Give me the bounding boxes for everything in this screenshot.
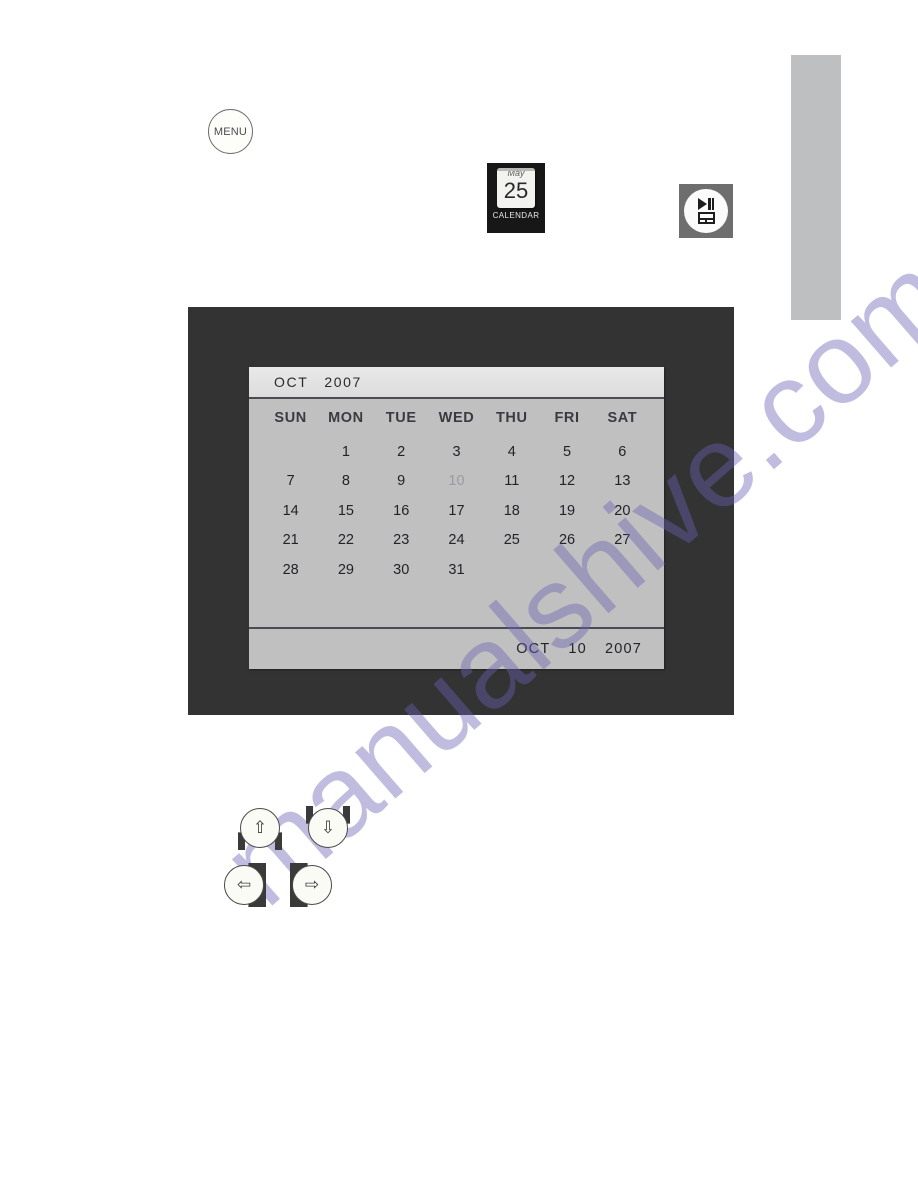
calendar-day-cell[interactable]: 6 <box>595 444 650 460</box>
play-triangle-icon <box>698 198 707 210</box>
calendar-day-cell[interactable]: 9 <box>374 473 429 489</box>
calendar-day-cell[interactable]: 30 <box>374 562 429 578</box>
calendar-day-cell[interactable]: 17 <box>429 503 484 519</box>
pause-bar-icon <box>711 198 714 210</box>
calendar-week-row: 21 22 23 24 25 26 27 <box>263 526 650 556</box>
play-pause-icon <box>698 198 714 210</box>
calendar-icon-day: 25 <box>503 178 529 203</box>
calendar-day-cell[interactable]: 20 <box>595 503 650 519</box>
calendar-day-cell[interactable]: 11 <box>484 473 539 489</box>
calendar-panel: OCT 2007 SUN MON TUE WED THU FRI SAT 123… <box>249 367 664 669</box>
device-screen-frame: OCT 2007 SUN MON TUE WED THU FRI SAT 123… <box>188 307 734 715</box>
footer-day: 10 <box>568 641 587 657</box>
titlebar-month: OCT <box>274 374 309 390</box>
calendar-day-cell[interactable]: 14 <box>263 503 318 519</box>
weekday-sun: SUN <box>274 410 307 426</box>
calendar-day-cell[interactable]: 2 <box>374 444 429 460</box>
calendar-day-cell[interactable]: 16 <box>374 503 429 519</box>
calendar-week-row: 7 8 9 10 11 12 13 <box>263 467 650 497</box>
calendar-day-cell[interactable]: 22 <box>318 532 373 548</box>
calendar-app-icon[interactable]: May 25 CALENDAR <box>487 163 545 233</box>
calendar-day-cell[interactable]: 4 <box>484 444 539 460</box>
arrow-right-icon: ⇨ <box>292 865 332 905</box>
calendar-day-cell[interactable]: 26 <box>539 532 594 548</box>
slideshow-button[interactable] <box>679 184 733 238</box>
calendar-day-cell[interactable]: 25 <box>484 532 539 548</box>
arrow-left-icon: ⇦ <box>224 865 264 905</box>
calendar-day-cell[interactable]: 1 <box>318 444 373 460</box>
weekday-sat: SAT <box>607 410 638 426</box>
footer-month: OCT <box>516 641 551 657</box>
arrow-up-icon: ⇧ <box>240 808 280 848</box>
calendar-day-cell[interactable]: 29 <box>318 562 373 578</box>
titlebar-year: 2007 <box>324 374 362 390</box>
weekday-wed: WED <box>438 410 475 426</box>
calendar-day-cell[interactable]: 24 <box>429 532 484 548</box>
calendar-day-cell[interactable]: 21 <box>263 532 318 548</box>
calendar-day-cell[interactable]: 3 <box>429 444 484 460</box>
weekday-fri: FRI <box>554 410 580 426</box>
calendar-date-grid: 1 2 3 4 5 6 7 8 9 10 11 12 13 14 15 16 17 18 19 20 21 22 23 24 2… <box>249 437 664 627</box>
calendar-day-cell[interactable]: 13 <box>595 473 650 489</box>
calendar-day-cell[interactable]: 15 <box>318 503 373 519</box>
calendar-footer: OCT 10 2007 <box>249 627 664 669</box>
pause-bar-icon <box>708 198 711 210</box>
arrow-left-glyph: ⇦ <box>236 874 252 895</box>
menu-button[interactable]: MENU <box>208 109 253 154</box>
filmstrip-grid-icon <box>697 212 715 224</box>
calendar-rings-icon <box>497 168 535 171</box>
calendar-week-row: 14 15 16 17 18 19 20 <box>263 496 650 526</box>
arrow-right-glyph: ⇨ <box>304 874 320 895</box>
nav-right-button[interactable]: ⇨ <box>290 863 334 907</box>
calendar-day-cell[interactable]: 28 <box>263 562 318 578</box>
play-pause-slideshow-icon <box>684 189 728 233</box>
arrow-down-glyph: ⇩ <box>320 817 336 838</box>
page-edge-tab <box>791 55 841 320</box>
calendar-day-cell[interactable]: 19 <box>539 503 594 519</box>
footer-year: 2007 <box>604 641 642 657</box>
weekday-tue: TUE <box>385 410 417 426</box>
calendar-day-cell[interactable]: 10 <box>429 473 484 489</box>
calendar-day-cell[interactable]: 18 <box>484 503 539 519</box>
arrow-up-glyph: ⇧ <box>252 817 268 838</box>
arrow-down-icon: ⇩ <box>308 808 348 848</box>
weekday-mon: MON <box>328 410 364 426</box>
calendar-titlebar: OCT 2007 <box>249 367 664 399</box>
calendar-day-cell[interactable]: 23 <box>374 532 429 548</box>
calendar-icon-caption: CALENDAR <box>492 211 540 220</box>
calendar-week-row: 123456 <box>263 437 650 467</box>
nav-up-button[interactable]: ⇧ <box>238 806 282 850</box>
calendar-day-cell[interactable]: 8 <box>318 473 373 489</box>
nav-down-button[interactable]: ⇩ <box>306 806 350 850</box>
weekday-header-row: SUN MON TUE WED THU FRI SAT <box>249 399 664 437</box>
calendar-day-cell[interactable]: 12 <box>539 473 594 489</box>
weekday-thu: THU <box>495 410 528 426</box>
menu-button-label: MENU <box>213 125 248 138</box>
calendar-day-cell[interactable]: 5 <box>539 444 594 460</box>
direction-pad: ⇧ ⇩ ⇦ ⇨ <box>222 806 392 918</box>
calendar-page-icon: May 25 <box>497 168 535 208</box>
calendar-day-cell[interactable]: 31 <box>429 562 484 578</box>
calendar-week-row: 28 29 30 31 <box>263 555 650 585</box>
calendar-day-cell[interactable]: 7 <box>263 473 318 489</box>
nav-left-button[interactable]: ⇦ <box>222 863 266 907</box>
calendar-day-cell[interactable]: 27 <box>595 532 650 548</box>
